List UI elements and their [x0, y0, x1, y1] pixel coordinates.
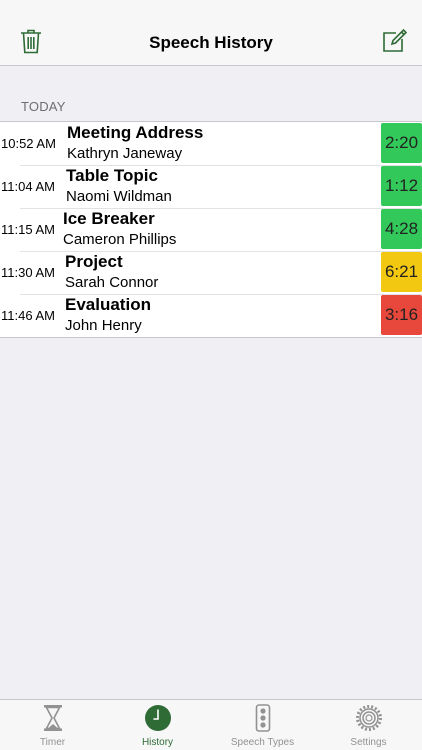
gear-icon [355, 704, 383, 737]
section-header: TODAY [21, 99, 66, 114]
speech-type: Table Topic [66, 166, 158, 185]
duration-badge: 3:16 [381, 295, 422, 335]
tab-label: Timer [39, 737, 66, 748]
speaker-name: Sarah Connor [65, 274, 159, 291]
speech-type: Evaluation [65, 295, 151, 314]
duration-badge: 6:21 [381, 252, 422, 292]
speech-time: 11:30 AM [1, 265, 55, 280]
speaker-name: John Henry [65, 317, 142, 334]
page-title: Speech History [149, 33, 273, 52]
traffic-light-icon [255, 703, 271, 737]
table-row[interactable]: 10:52 AM Meeting Address Kathryn Janeway… [0, 122, 422, 165]
speech-time: 11:15 AM [1, 222, 55, 237]
speaker-name: Kathryn Janeway [67, 145, 183, 162]
speech-type: Project [65, 252, 123, 271]
table-row[interactable]: 11:04 AM Table Topic Naomi Wildman 1:12 [0, 165, 422, 208]
speaker-name: Naomi Wildman [66, 188, 172, 205]
table-row[interactable]: 11:15 AM Ice Breaker Cameron Phillips 4:… [0, 208, 422, 251]
compose-button[interactable] [380, 28, 410, 58]
tab-timer[interactable]: Timer [0, 700, 105, 750]
table-row[interactable]: 11:30 AM Project Sarah Connor 6:21 [0, 251, 422, 294]
duration-badge: 2:20 [381, 123, 422, 163]
tab-speech-types[interactable]: Speech Types [210, 700, 315, 750]
duration-badge: 4:28 [381, 209, 422, 249]
speech-list: 10:52 AM Meeting Address Kathryn Janeway… [0, 121, 422, 338]
speech-time: 11:46 AM [1, 308, 55, 323]
clock-icon [144, 704, 172, 737]
hourglass-icon [42, 704, 64, 737]
speech-time: 10:52 AM [1, 136, 56, 151]
tab-label: Speech Types [230, 737, 295, 748]
tab-history[interactable]: History [105, 700, 210, 750]
speech-type: Ice Breaker [63, 209, 155, 228]
navigation-bar: Speech History [0, 0, 422, 66]
tab-label: History [141, 737, 174, 748]
speaker-name: Cameron Phillips [63, 231, 177, 248]
speech-time: 11:04 AM [1, 179, 55, 194]
compose-icon [382, 28, 408, 59]
table-row[interactable]: 11:46 AM Evaluation John Henry 3:16 [0, 294, 422, 337]
tab-bar: Timer History Speech Types Settings [0, 699, 422, 750]
tab-label: Settings [350, 737, 387, 748]
speech-type: Meeting Address [67, 123, 204, 142]
tab-settings[interactable]: Settings [316, 700, 421, 750]
duration-badge: 1:12 [381, 166, 422, 206]
